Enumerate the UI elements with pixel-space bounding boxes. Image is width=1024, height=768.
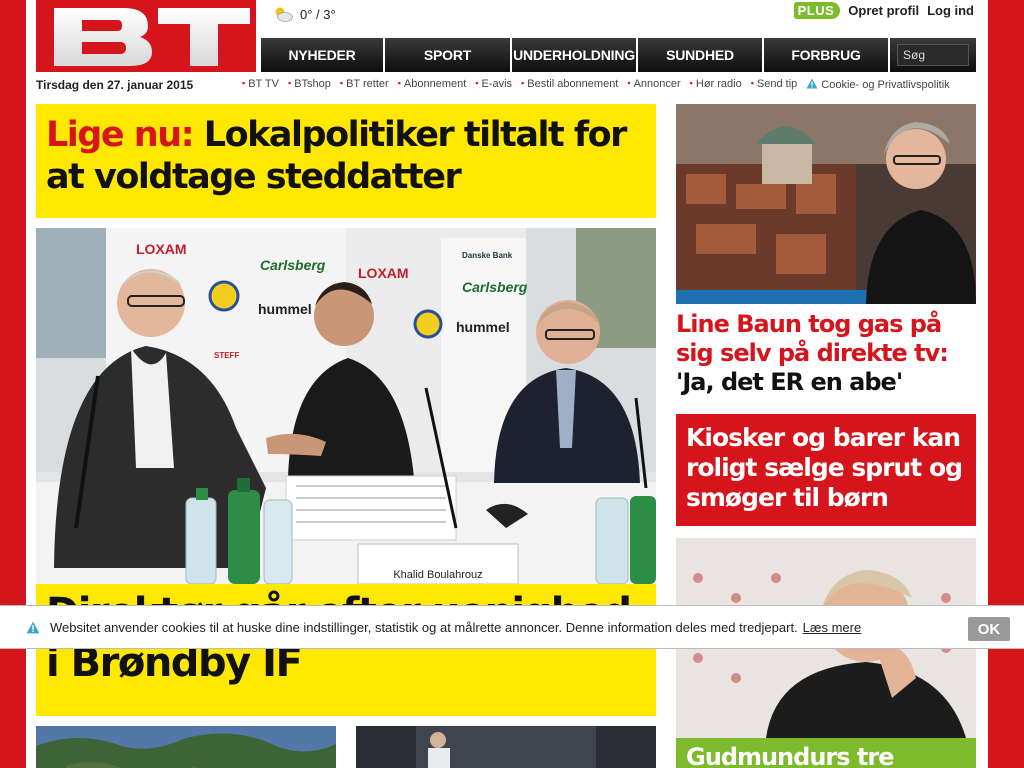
login-link[interactable]: Log ind	[927, 3, 974, 18]
right-story-1-quote: 'Ja, det ER en abe'	[676, 368, 903, 396]
cookie-policy-label: Cookie- og Privatlivspolitik	[821, 79, 950, 91]
main-nav: NYHEDER SPORT UNDERHOLDNING SUNDHED FORB…	[261, 38, 976, 72]
main-story-photo[interactable]: LOXAM Carlsberg hummel LOXAM Carlsberg h…	[36, 228, 656, 584]
main-story-headline[interactable]: Direktør går efter uenighed i Brøndby IF	[36, 584, 656, 716]
sponsor-loxam: LOXAM	[136, 241, 187, 257]
map-thumbnail[interactable]	[36, 726, 336, 768]
weather-widget: 0° / 3°	[272, 4, 336, 24]
link-hoer-radio[interactable]: Hør radio	[690, 78, 742, 91]
link-bt-retter[interactable]: BT retter	[340, 78, 389, 91]
link-btshop[interactable]: BTshop	[288, 78, 331, 91]
link-bt-tv[interactable]: BT TV	[242, 78, 279, 91]
page: 0° / 3° PLUS Opret profil Log ind NYHEDE…	[26, 0, 988, 768]
breaking-kicker: Lige nu:	[46, 115, 195, 155]
bt-logo[interactable]	[36, 0, 256, 72]
breaking-story[interactable]: Lige nu: Lokalpolitiker tiltalt for at v…	[36, 104, 656, 218]
date-line: Tirsdag den 27. januar 2015	[36, 78, 194, 92]
right-story-1-headline: Line Baun tog gas på sig selv på direkte…	[676, 310, 949, 367]
utility-links: BT TV BTshop BT retter Abonnement E-avis…	[242, 78, 950, 91]
cookie-bar: Websitet anvender cookies til at huske d…	[0, 605, 1024, 649]
link-send-tip[interactable]: Send tip	[751, 78, 797, 91]
nav-item-underholdning[interactable]: UNDERHOLDNING	[512, 38, 638, 72]
cookie-message: Websitet anvender cookies til at huske d…	[50, 619, 798, 635]
sponsor-steff: STEFF	[214, 351, 239, 360]
sponsor-carlsberg: Carlsberg	[260, 257, 326, 273]
link-e-avis[interactable]: E-avis	[475, 78, 512, 91]
search-input[interactable]	[897, 44, 969, 66]
svg-text:LOXAM: LOXAM	[358, 265, 409, 281]
svg-text:Carlsberg: Carlsberg	[462, 279, 528, 295]
sponsor-danske-bank: Danske Bank	[462, 251, 513, 260]
nameplate-text: Khalid Boulahrouz	[393, 569, 482, 581]
cookie-ok-button[interactable]: OK	[968, 617, 1010, 641]
nav-item-sundhed[interactable]: SUNDHED	[638, 38, 764, 72]
account-area: PLUS Opret profil Log ind	[793, 2, 974, 19]
plus-badge[interactable]: PLUS	[793, 2, 841, 19]
link-cookie-policy[interactable]: Cookie- og Privatlivspolitik	[806, 78, 950, 91]
nav-item-forbrug[interactable]: FORBRUG	[764, 38, 890, 72]
nav-item-nyheder[interactable]: NYHEDER	[261, 38, 385, 72]
cookie-read-more-link[interactable]: Læs mere	[803, 620, 862, 635]
link-abonnement[interactable]: Abonnement	[398, 78, 466, 91]
police-thumbnail[interactable]	[356, 726, 656, 768]
partly-cloudy-icon	[275, 7, 293, 22]
weather-temperature: 0° / 3°	[300, 6, 336, 22]
nav-item-sport[interactable]: SPORT	[385, 38, 512, 72]
right-story-3[interactable]: Gudmundurs tre	[676, 738, 976, 768]
sponsor-hummel: hummel	[258, 301, 312, 317]
tv-presenter-photo[interactable]	[676, 104, 976, 304]
link-bestil-abonnement[interactable]: Bestil abonnement	[521, 78, 618, 91]
link-annoncer[interactable]: Annoncer	[627, 78, 681, 91]
search-box	[890, 38, 976, 72]
warning-icon	[806, 78, 818, 89]
svg-text:hummel: hummel	[456, 319, 510, 335]
warning-icon	[26, 621, 40, 633]
right-story-2[interactable]: Kiosker og barer kan roligt sælge sprut …	[676, 414, 976, 526]
create-profile-link[interactable]: Opret profil	[848, 3, 919, 18]
right-story-1[interactable]: Line Baun tog gas på sig selv på direkte…	[676, 310, 976, 397]
